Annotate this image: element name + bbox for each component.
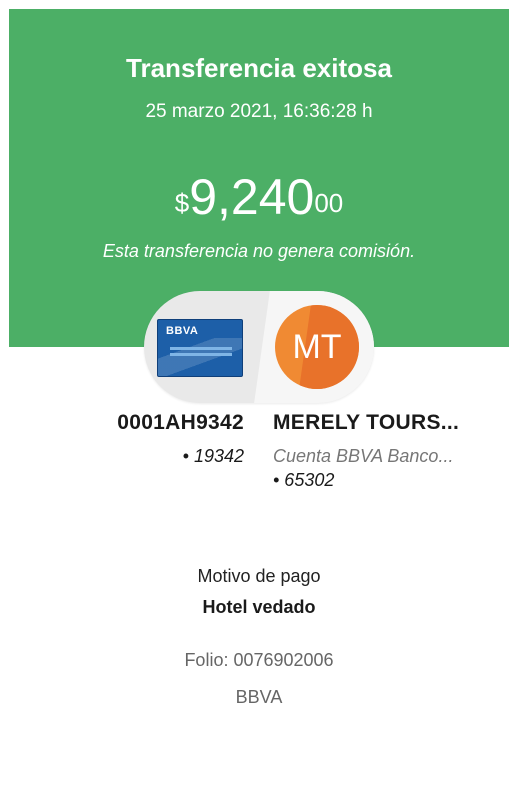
transaction-datetime: 25 marzo 2021, 16:36:28 h	[145, 101, 373, 122]
payment-reason-value: Hotel vedado	[202, 597, 316, 617]
payment-reason-label: Motivo de pago	[197, 566, 321, 586]
folio-number: Folio: 0076902006	[184, 650, 334, 670]
origin-account: 0001AH9342	[117, 411, 244, 434]
avatar-initials: MT	[292, 328, 342, 366]
card-line	[170, 353, 232, 356]
card-stripe	[158, 338, 242, 376]
transfer-amount: $9,24000	[9, 167, 509, 227]
card-logo: BBVA	[166, 325, 199, 337]
bank-name: BBVA	[235, 687, 283, 707]
recipient-account-suffix: • 65302	[273, 470, 335, 490]
bank-card-icon: BBVA	[157, 319, 243, 377]
card-line	[170, 347, 232, 350]
transfer-parties-badge: BBVA MT	[144, 291, 374, 403]
receipt-card: Transferencia exitosa 25 marzo 2021, 16:…	[9, 9, 509, 779]
recipient-avatar: MT	[275, 305, 359, 389]
page-title: Transferencia exitosa	[126, 53, 392, 83]
currency-symbol: $	[174, 188, 190, 218]
origin-account-suffix: • 19342	[182, 446, 244, 466]
recipient-name: MERELY TOURS...	[273, 411, 460, 434]
recipient-bank: Cuenta BBVA Banco...	[273, 446, 454, 466]
commission-note: Esta transferencia no genera comisión.	[102, 241, 416, 261]
amount-cents: 00	[314, 188, 344, 218]
amount-integer: 9,240	[189, 169, 315, 225]
